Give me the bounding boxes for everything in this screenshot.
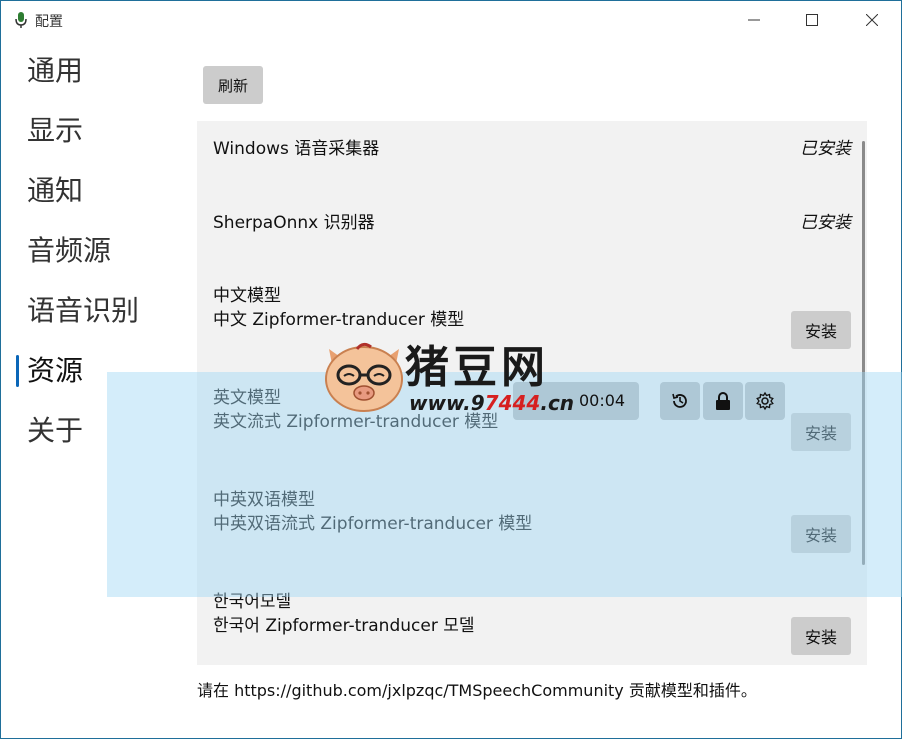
config-window: 配置 通用 显示 通知 音频源 语音识别 资源 关于 刷新 Windows 语音…	[0, 0, 902, 739]
install-button[interactable]: 安装	[791, 617, 851, 655]
watermark-url: www.97444.cn	[409, 391, 575, 415]
lock-icon	[716, 392, 730, 410]
maximize-icon	[806, 14, 818, 26]
list-item: SherpaOnnx 识别器 已安装	[197, 195, 867, 269]
resource-subtitle: 한국어 Zipformer-tranducer 모델	[213, 616, 475, 636]
watermark: 猪豆网 www.97444.cn	[319, 331, 589, 421]
settings-button[interactable]	[745, 382, 785, 420]
microphone-icon	[15, 12, 27, 28]
minimize-button[interactable]	[731, 1, 777, 39]
close-icon	[866, 14, 878, 26]
nav-item-general[interactable]: 通用	[1, 51, 181, 111]
window-title: 配置	[35, 14, 63, 30]
nav-item-speech-recognition[interactable]: 语音识别	[1, 291, 181, 351]
refresh-button[interactable]: 刷新	[203, 66, 263, 104]
close-button[interactable]	[849, 1, 895, 39]
nav-item-audio-source[interactable]: 音频源	[1, 231, 181, 291]
nav-item-display[interactable]: 显示	[1, 111, 181, 171]
minimize-icon	[748, 19, 760, 21]
history-button[interactable]	[660, 382, 700, 420]
maximize-button[interactable]	[789, 1, 835, 39]
install-button[interactable]: 安装	[791, 311, 851, 349]
installed-status: 已安装	[800, 139, 851, 159]
footer-note: 请在 https://github.com/jxlpzqc/TMSpeechCo…	[197, 681, 757, 700]
pig-logo-icon	[325, 342, 403, 412]
resource-title: Windows 语音采集器	[213, 139, 380, 159]
list-item: Windows 语音采集器 已安装	[197, 121, 867, 195]
gear-icon	[756, 391, 774, 411]
resource-title: 中文模型	[213, 286, 281, 306]
history-icon	[672, 393, 687, 408]
watermark-text: 猪豆网	[405, 342, 549, 393]
title-bar: 配置	[1, 1, 901, 39]
resource-title: SherpaOnnx 识别器	[213, 213, 375, 233]
installed-status: 已安装	[800, 213, 851, 233]
resource-subtitle: 中文 Zipformer-tranducer 模型	[213, 310, 465, 330]
lock-button[interactable]	[703, 382, 743, 420]
nav-item-notification[interactable]: 通知	[1, 171, 181, 231]
active-indicator	[16, 355, 19, 387]
